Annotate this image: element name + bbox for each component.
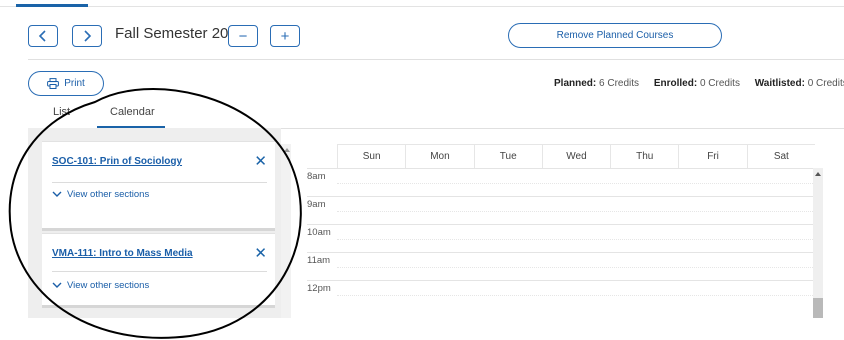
print-label: Print — [64, 78, 85, 89]
half-hour-line — [337, 183, 815, 184]
scroll-up-arrow-icon[interactable] — [815, 172, 821, 176]
next-term-button[interactable] — [72, 25, 102, 47]
half-hour-line — [337, 267, 815, 268]
hour-row: 9am — [307, 196, 815, 224]
day-header: Tue — [473, 145, 542, 168]
collapse-term-button[interactable]: − — [228, 25, 258, 47]
calendar-grid: Sun Mon Tue Wed Thu Fri Sat 8am 9am 10am… — [307, 144, 815, 318]
enrolled-label: Enrolled: — [653, 78, 698, 89]
card-divider — [52, 182, 267, 183]
planned-courses-panel: SOC-101: Prin of Sociology ✕ View other … — [28, 128, 281, 318]
view-other-sections-toggle[interactable]: View other sections — [52, 189, 149, 200]
half-hour-line — [337, 239, 815, 240]
chevron-right-icon — [84, 30, 92, 42]
course-title-link[interactable]: SOC-101: Prin of Sociology — [52, 156, 182, 167]
calendar-body: 8am 9am 10am 11am 12pm — [307, 168, 815, 318]
printer-icon — [47, 78, 60, 89]
hour-row: 8am — [307, 168, 815, 196]
day-header: Fri — [678, 145, 746, 168]
course-card: VMA-111: Intro to Mass Media ✕ View othe… — [42, 233, 275, 308]
tab-calendar[interactable]: Calendar — [110, 106, 155, 118]
remove-course-icon[interactable]: ✕ — [254, 152, 267, 170]
course-panel-scrollbar[interactable] — [281, 144, 291, 318]
day-header: Mon — [405, 145, 473, 168]
calendar-header: Sun Mon Tue Wed Thu Fri Sat — [337, 144, 815, 168]
hour-row: 11am — [307, 252, 815, 280]
course-card: SOC-101: Prin of Sociology ✕ View other … — [42, 141, 275, 231]
hour-row: 10am — [307, 224, 815, 252]
remove-course-icon[interactable]: ✕ — [254, 244, 267, 262]
half-hour-line — [337, 295, 815, 296]
day-header: Thu — [610, 145, 678, 168]
day-header: Sun — [337, 145, 405, 168]
chevron-down-icon — [52, 282, 62, 288]
hour-label: 10am — [307, 227, 331, 238]
view-other-sections-label: View other sections — [67, 189, 150, 200]
print-button[interactable]: Print — [28, 71, 104, 96]
waitlisted-label: Waitlisted: — [754, 78, 805, 89]
chevron-down-icon — [52, 191, 62, 197]
previous-term-button[interactable] — [28, 25, 58, 47]
view-other-sections-toggle[interactable]: View other sections — [52, 280, 149, 291]
day-header: Sat — [746, 145, 815, 168]
planned-value: 6 Credits — [599, 78, 640, 89]
day-header: Wed — [541, 145, 610, 168]
course-title-link[interactable]: VMA-111: Intro to Mass Media — [52, 248, 193, 259]
hour-label: 9am — [307, 199, 326, 210]
hour-label: 12pm — [307, 283, 331, 294]
expand-term-button[interactable]: + — [270, 25, 300, 47]
term-title: Fall Semester 2019 — [115, 25, 246, 42]
planned-label: Planned: — [554, 78, 597, 89]
waitlisted-value: 0 Credits — [807, 78, 844, 89]
hour-label: 11am — [307, 255, 331, 266]
calendar-scrollbar[interactable] — [813, 168, 823, 318]
divider — [28, 59, 844, 60]
chevron-left-icon — [38, 30, 46, 42]
hour-row: 12pm — [307, 280, 815, 308]
credits-summary: Planned: 6 Credits Enrolled: 0 Credits W… — [554, 78, 844, 89]
card-divider — [52, 271, 267, 272]
half-hour-line — [337, 211, 815, 212]
scrollbar-thumb[interactable] — [813, 298, 823, 318]
enrolled-value: 0 Credits — [699, 78, 740, 89]
tab-list[interactable]: List — [53, 106, 70, 118]
view-other-sections-label: View other sections — [67, 280, 150, 291]
remove-planned-courses-button[interactable]: Remove Planned Courses — [508, 23, 722, 48]
hour-label: 8am — [307, 171, 326, 182]
term-bar: Fall Semester 2019 − + Remove Planned Co… — [0, 0, 844, 60]
